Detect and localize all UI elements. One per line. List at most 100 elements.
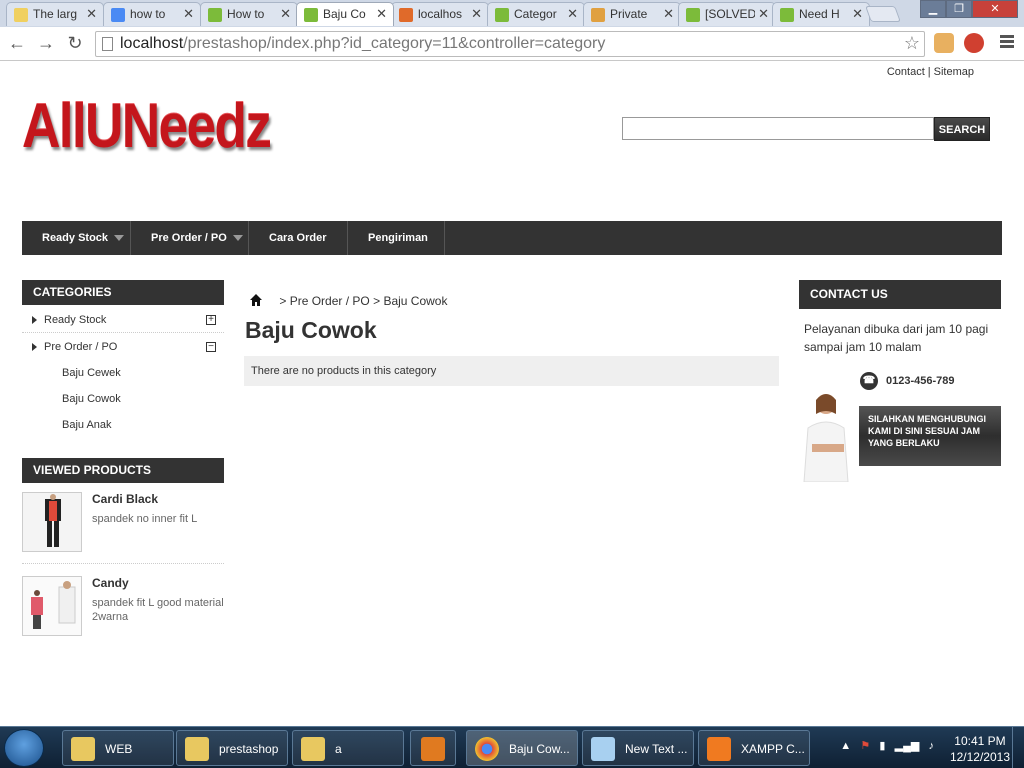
folder-icon xyxy=(71,737,95,761)
page-icon xyxy=(102,37,113,51)
power-icon[interactable]: ▮ xyxy=(879,740,885,752)
bookmark-star-icon[interactable]: ☆ xyxy=(904,33,920,54)
browser-tab[interactable]: how to ✕ xyxy=(103,2,201,26)
contact-link[interactable]: Contact xyxy=(887,66,925,78)
close-icon[interactable]: ✕ xyxy=(852,6,863,22)
browser-tab[interactable]: How to ✕ xyxy=(200,2,298,26)
close-icon[interactable]: ✕ xyxy=(183,6,194,22)
contact-phone: ☎ 0123-456-789 xyxy=(860,372,955,390)
system-clock[interactable]: 10:41 PM 12/12/2013 xyxy=(950,733,1010,765)
browser-tab[interactable]: The larg ✕ xyxy=(6,2,104,26)
viewed-product[interactable]: Cardi Black spandek no inner fit L xyxy=(22,492,224,564)
nav-item-ready-stock[interactable]: Ready Stock xyxy=(22,221,131,255)
taskbar-item-label: a xyxy=(335,742,342,756)
browser-tab[interactable]: Categor ✕ xyxy=(487,2,585,26)
tab-favicon-icon xyxy=(780,8,794,22)
page-content: Contact | Sitemap AllUNeedz SEARCH Ready S… xyxy=(0,62,1024,726)
browser-tab[interactable]: localhos ✕ xyxy=(391,2,489,26)
product-description: spandek fit L good material 2warna xyxy=(92,597,224,623)
product-name[interactable]: Cardi Black xyxy=(92,492,158,506)
back-icon[interactable]: ← xyxy=(6,33,28,54)
close-icon[interactable]: ✕ xyxy=(663,6,674,22)
browser-tab[interactable]: [SOLVED ✕ xyxy=(678,2,776,26)
system-tray: ▲ ⚑ ▮ ▂▄▆ ♪ xyxy=(840,739,934,768)
nav-item-pengiriman[interactable]: Pengiriman xyxy=(348,221,445,255)
tab-title: localhos xyxy=(418,7,463,21)
support-agent-image xyxy=(803,394,849,482)
subcategory-baju-cowok[interactable]: Baju Cowok xyxy=(62,393,121,405)
minimize-icon[interactable]: ▁ xyxy=(920,0,946,18)
product-thumbnail[interactable] xyxy=(22,492,82,552)
tab-favicon-icon xyxy=(399,8,413,22)
network-icon[interactable]: ▂▄▆ xyxy=(895,740,920,752)
chrome-menu-icon[interactable] xyxy=(1000,35,1014,50)
reload-icon[interactable]: ↻ xyxy=(64,33,86,54)
contact-cta-button[interactable]: SILAHKAN MENGHUBUNGI KAMI DI SINI SESUAI… xyxy=(859,406,1001,466)
breadcrumb-separator: > xyxy=(373,294,381,308)
close-window-icon[interactable]: ✕ xyxy=(972,0,1018,18)
subcategory-baju-cewek[interactable]: Baju Cewek xyxy=(62,367,121,379)
tab-favicon-icon xyxy=(591,8,605,22)
show-desktop-button[interactable] xyxy=(1012,727,1024,768)
tab-title: The larg xyxy=(33,7,78,21)
sitemap-link[interactable]: Sitemap xyxy=(934,66,974,78)
browser-tab-active[interactable]: Baju Co ✕ xyxy=(296,2,394,26)
extension-icon[interactable] xyxy=(964,33,984,53)
taskbar-item-label: Baju Cow... xyxy=(509,742,570,756)
start-button[interactable] xyxy=(4,729,44,767)
browser-tab[interactable]: Private ✕ xyxy=(583,2,681,26)
windows-taskbar: WEB prestashop a Baju Cow... New Text ..… xyxy=(0,726,1024,768)
tab-favicon-icon xyxy=(686,8,700,22)
site-logo[interactable]: AllUNeedz xyxy=(22,92,272,162)
home-icon[interactable] xyxy=(250,294,262,306)
taskbar-item-web[interactable]: WEB xyxy=(62,730,174,766)
address-bar[interactable]: localhost/prestashop/index.php?id_catego… xyxy=(95,31,925,57)
phone-icon: ☎ xyxy=(860,372,878,390)
taskbar-item-notepad[interactable]: New Text ... xyxy=(582,730,694,766)
close-icon[interactable]: ✕ xyxy=(86,6,97,22)
taskbar-item-prestashop[interactable]: prestashop xyxy=(176,730,288,766)
browser-tab[interactable]: Need H ✕ xyxy=(772,2,870,26)
extension-icon[interactable] xyxy=(934,33,954,53)
close-icon[interactable]: ✕ xyxy=(280,6,291,22)
close-icon[interactable]: ✕ xyxy=(758,6,769,22)
expand-icon[interactable]: + xyxy=(206,315,216,325)
nav-item-cara-order[interactable]: Cara Order xyxy=(249,221,348,255)
breadcrumb: > Pre Order / PO > Baju Cowok xyxy=(250,294,447,308)
taskbar-item-a[interactable]: a xyxy=(292,730,404,766)
tab-title: How to xyxy=(227,7,265,21)
contact-us-title: CONTACT US xyxy=(799,280,1001,309)
action-center-icon[interactable]: ⚑ xyxy=(860,740,870,752)
breadcrumb-pre-order[interactable]: Pre Order / PO xyxy=(290,294,370,308)
media-player-icon xyxy=(421,737,445,761)
collapse-icon[interactable]: − xyxy=(206,342,216,352)
close-icon[interactable]: ✕ xyxy=(376,6,387,22)
caret-down-icon xyxy=(232,235,243,242)
search-input[interactable] xyxy=(622,117,934,140)
tab-favicon-icon xyxy=(111,8,125,22)
restore-icon[interactable]: ❐ xyxy=(946,0,972,18)
category-item-ready-stock[interactable]: Ready Stock + xyxy=(22,307,224,333)
taskbar-item-media-player[interactable] xyxy=(410,730,456,766)
product-name[interactable]: Candy xyxy=(92,576,129,590)
arrow-right-icon xyxy=(32,316,37,324)
close-icon[interactable]: ✕ xyxy=(471,6,482,22)
volume-icon[interactable]: ♪ xyxy=(929,740,935,752)
taskbar-item-chrome[interactable]: Baju Cow... xyxy=(466,730,578,766)
search-button[interactable]: SEARCH xyxy=(934,117,990,141)
new-tab-button[interactable] xyxy=(865,6,901,22)
subcategory-baju-anak[interactable]: Baju Anak xyxy=(62,419,112,431)
tab-favicon-icon xyxy=(14,8,28,22)
category-item-pre-order[interactable]: Pre Order / PO − xyxy=(22,334,224,360)
contact-hours: Pelayanan dibuka dari jam 10 pagi sampai… xyxy=(804,322,989,354)
phone-number: 0123-456-789 xyxy=(886,374,955,387)
viewed-product[interactable]: Candy spandek fit L good material 2warna xyxy=(22,576,224,638)
show-hidden-icons-icon[interactable]: ▲ xyxy=(840,740,851,752)
taskbar-item-xampp[interactable]: XAMPP C... xyxy=(698,730,810,766)
breadcrumb-current: Baju Cowok xyxy=(383,294,448,308)
product-thumbnail[interactable] xyxy=(22,576,82,636)
close-icon[interactable]: ✕ xyxy=(567,6,578,22)
tab-favicon-icon xyxy=(495,8,509,22)
nav-item-pre-order[interactable]: Pre Order / PO xyxy=(131,221,249,255)
forward-icon[interactable]: → xyxy=(35,33,57,54)
